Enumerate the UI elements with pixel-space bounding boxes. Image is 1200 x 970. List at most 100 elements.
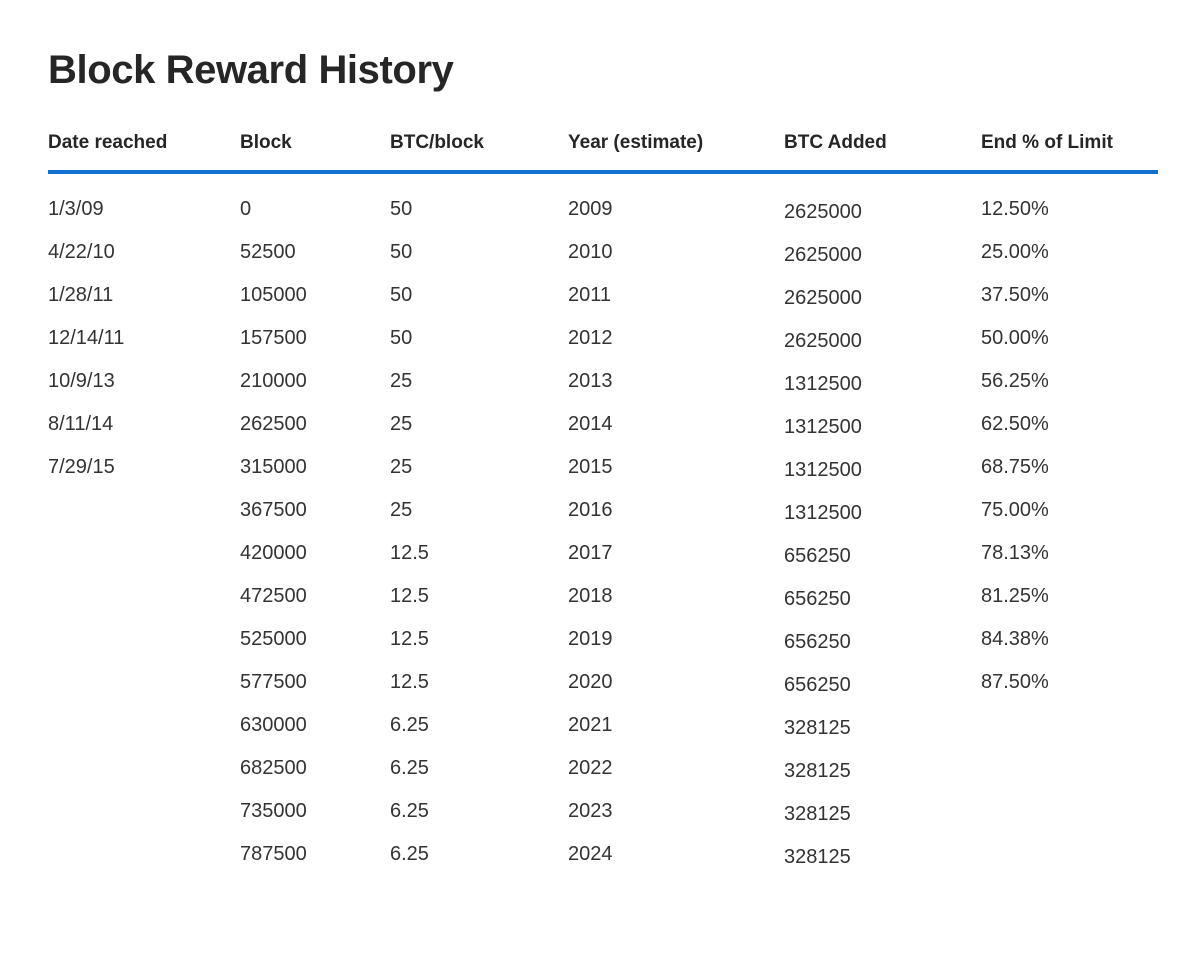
cell-added: 2625000 (784, 330, 862, 352)
cell-date (48, 661, 240, 704)
column-header-btc-added: BTC Added (784, 132, 887, 153)
cell-block: 630000 (240, 714, 307, 736)
table-row: 525000 12.5 2019 656250 84.38% (48, 618, 1158, 661)
cell-btc-per-block: 12.5 (390, 585, 429, 607)
cell-added: 2625000 (784, 201, 862, 223)
cell-end-pct (981, 747, 1158, 790)
cell-date: 12/14/11 (48, 327, 125, 349)
table-row: 682500 6.25 2022 328125 (48, 747, 1158, 790)
table-row: 787500 6.25 2024 328125 (48, 833, 1158, 876)
cell-end-pct: 84.38% (981, 628, 1049, 650)
cell-year: 2019 (568, 628, 613, 650)
cell-btc-per-block: 25 (390, 456, 413, 478)
cell-year: 2024 (568, 843, 613, 865)
cell-date: 10/9/13 (48, 370, 115, 392)
cell-date (48, 747, 240, 790)
cell-end-pct: 12.50% (981, 198, 1049, 220)
cell-block: 787500 (240, 843, 307, 865)
cell-added: 2625000 (784, 287, 862, 309)
cell-added: 656250 (784, 588, 851, 610)
cell-end-pct: 50.00% (981, 327, 1049, 349)
cell-btc-per-block: 50 (390, 284, 413, 306)
cell-end-pct: 62.50% (981, 413, 1049, 435)
column-header-date-reached: Date reached (48, 132, 168, 153)
cell-end-pct: 87.50% (981, 671, 1049, 693)
cell-btc-per-block: 25 (390, 499, 413, 521)
table-container: Date reached Block BTC/block Year (estim… (48, 132, 1158, 876)
cell-block: 157500 (240, 327, 307, 349)
cell-btc-per-block: 6.25 (390, 800, 429, 822)
cell-btc-per-block: 12.5 (390, 671, 429, 693)
table-row: 7/29/15 315000 25 2015 1312500 68.75% (48, 446, 1158, 489)
block-reward-table: Date reached Block BTC/block Year (estim… (48, 132, 1158, 876)
page-root: Block Reward History Date reached Block … (0, 0, 1200, 970)
cell-added: 1312500 (784, 502, 862, 524)
cell-btc-per-block: 50 (390, 198, 413, 220)
cell-date: 4/22/10 (48, 241, 115, 263)
cell-block: 52500 (240, 241, 296, 263)
table-header-row: Date reached Block BTC/block Year (estim… (48, 132, 1158, 172)
cell-block: 210000 (240, 370, 307, 392)
cell-year: 2020 (568, 671, 613, 693)
table-row: 12/14/11 157500 50 2012 2625000 50.00% (48, 317, 1158, 360)
table-row: 4/22/10 52500 50 2010 2625000 25.00% (48, 231, 1158, 274)
cell-btc-per-block: 6.25 (390, 843, 429, 865)
cell-end-pct: 75.00% (981, 499, 1049, 521)
cell-year: 2018 (568, 585, 613, 607)
column-header-block: Block (240, 132, 292, 153)
cell-block: 525000 (240, 628, 307, 650)
cell-date (48, 618, 240, 661)
cell-date (48, 575, 240, 618)
cell-block: 262500 (240, 413, 307, 435)
table-row: 472500 12.5 2018 656250 81.25% (48, 575, 1158, 618)
cell-end-pct: 78.13% (981, 542, 1049, 564)
table-row: 420000 12.5 2017 656250 78.13% (48, 532, 1158, 575)
cell-block: 367500 (240, 499, 307, 521)
cell-year: 2014 (568, 413, 613, 435)
cell-end-pct: 25.00% (981, 241, 1049, 263)
table-row: 8/11/14 262500 25 2014 1312500 62.50% (48, 403, 1158, 446)
cell-block: 0 (240, 198, 252, 220)
cell-added: 656250 (784, 674, 851, 696)
cell-block: 472500 (240, 585, 307, 607)
cell-added: 656250 (784, 545, 851, 567)
cell-end-pct: 81.25% (981, 585, 1049, 607)
table-row: 367500 25 2016 1312500 75.00% (48, 489, 1158, 532)
page-title: Block Reward History (48, 48, 454, 92)
cell-added: 656250 (784, 631, 851, 653)
cell-year: 2022 (568, 757, 613, 779)
table-header: Date reached Block BTC/block Year (estim… (48, 132, 1158, 172)
cell-btc-per-block: 6.25 (390, 714, 429, 736)
cell-added: 328125 (784, 717, 851, 739)
cell-year: 2009 (568, 198, 613, 220)
cell-btc-per-block: 12.5 (390, 542, 429, 564)
table-row: 735000 6.25 2023 328125 (48, 790, 1158, 833)
cell-block: 577500 (240, 671, 307, 693)
cell-end-pct (981, 704, 1158, 747)
cell-year: 2013 (568, 370, 613, 392)
cell-date (48, 833, 240, 876)
cell-block: 105000 (240, 284, 307, 306)
cell-year: 2011 (568, 284, 612, 306)
cell-btc-per-block: 25 (390, 413, 413, 435)
cell-btc-per-block: 6.25 (390, 757, 429, 779)
table-row: 1/28/11 105000 50 2011 2625000 37.50% (48, 274, 1158, 317)
cell-block: 735000 (240, 800, 307, 822)
table-row: 10/9/13 210000 25 2013 1312500 56.25% (48, 360, 1158, 403)
cell-added: 1312500 (784, 373, 862, 395)
cell-year: 2012 (568, 327, 613, 349)
cell-end-pct (981, 790, 1158, 833)
cell-block: 315000 (240, 456, 307, 478)
cell-added: 1312500 (784, 459, 862, 481)
cell-end-pct: 68.75% (981, 456, 1049, 478)
column-header-year-estimate: Year (estimate) (568, 132, 704, 153)
cell-year: 2010 (568, 241, 613, 263)
table-row: 577500 12.5 2020 656250 87.50% (48, 661, 1158, 704)
cell-end-pct (981, 833, 1158, 876)
cell-added: 328125 (784, 760, 851, 782)
column-header-end-pct-limit: End % of Limit (981, 132, 1113, 153)
cell-block: 420000 (240, 542, 307, 564)
cell-date: 8/11/14 (48, 413, 114, 435)
cell-date (48, 532, 240, 575)
cell-year: 2016 (568, 499, 613, 521)
